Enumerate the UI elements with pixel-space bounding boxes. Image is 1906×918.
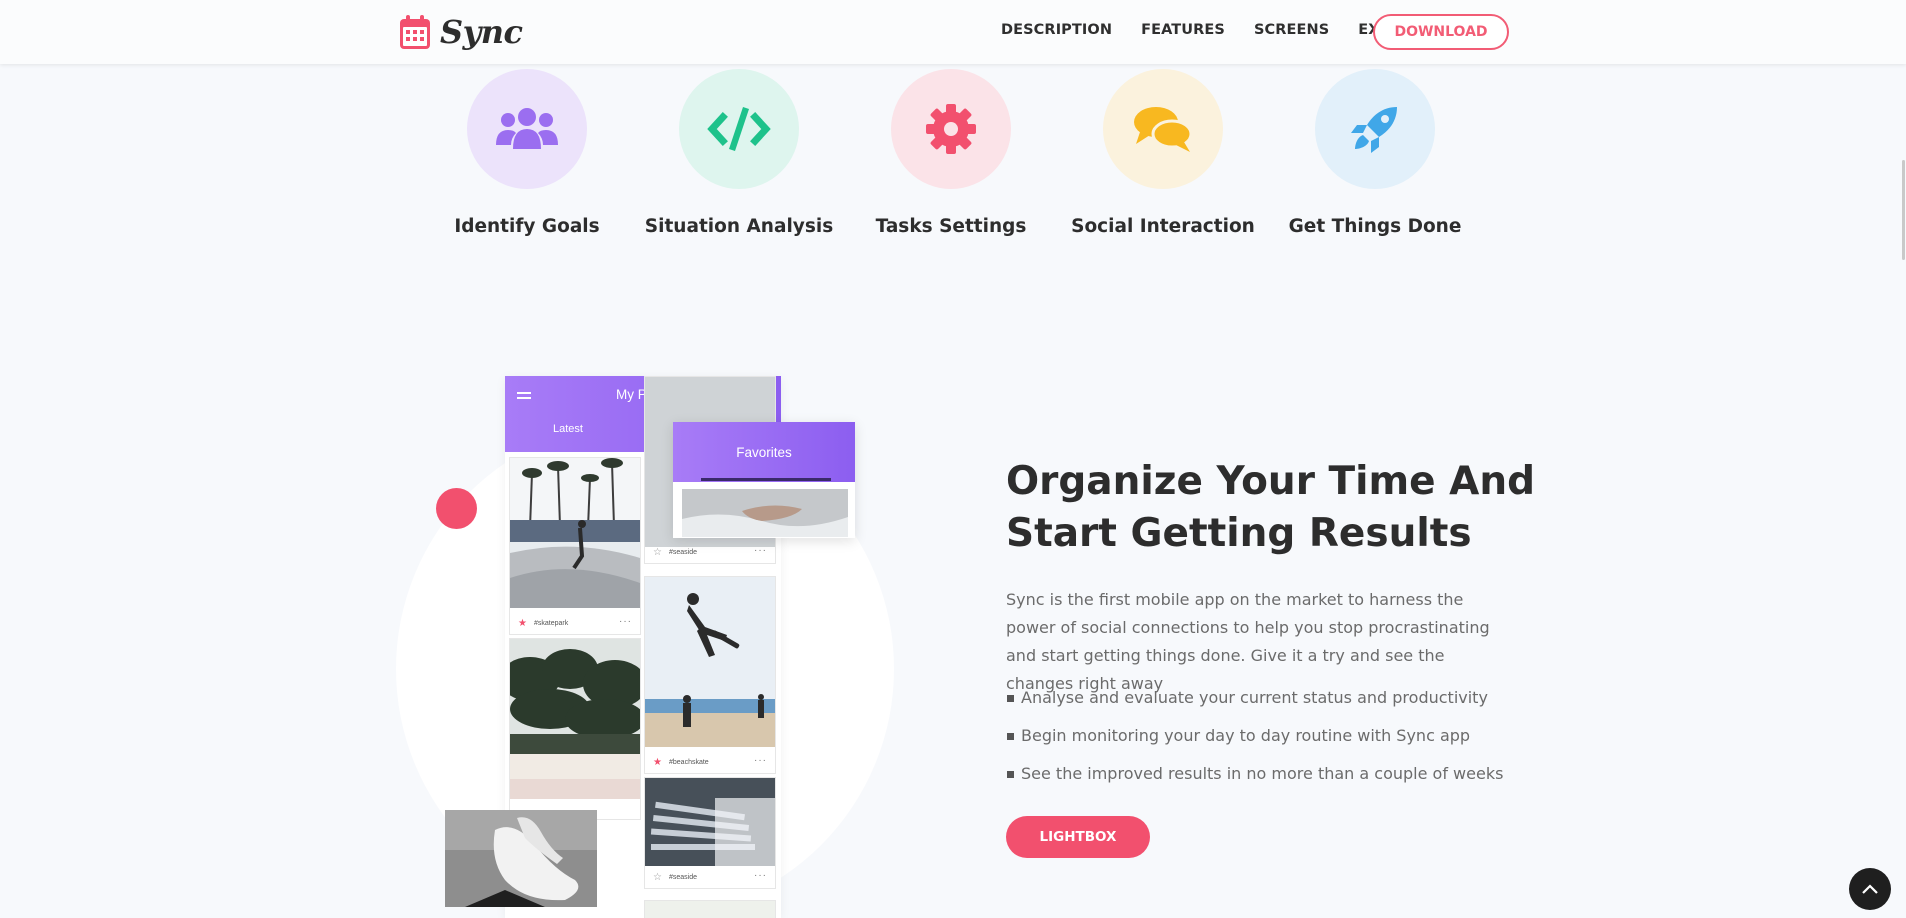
feature-bullet-list: Analyse and evaluate your current status… bbox=[1006, 684, 1503, 798]
bullet-item: Analyse and evaluate your current status… bbox=[1006, 684, 1503, 722]
feature-icon-circle bbox=[1315, 69, 1435, 189]
sneakers-photo-card bbox=[445, 810, 597, 907]
scrollbar[interactable] bbox=[1902, 160, 1905, 260]
more-icon[interactable]: ··· bbox=[754, 870, 767, 881]
calendar-icon bbox=[400, 15, 430, 49]
scroll-to-top-button[interactable] bbox=[1849, 868, 1891, 910]
feature-title: Get Things Done bbox=[1288, 216, 1462, 237]
feature-situation-analysis: Situation Analysis bbox=[639, 69, 839, 237]
star-outline-icon[interactable]: ☆ bbox=[653, 872, 662, 883]
star-icon[interactable]: ★ bbox=[518, 618, 527, 629]
top-navbar: Sync DESCRIPTION FEATURES SCREENS EXTRA … bbox=[0, 0, 1906, 64]
feature-get-things-done: Get Things Done bbox=[1275, 69, 1475, 237]
feature-title: Tasks Settings bbox=[875, 216, 1027, 237]
gear-icon bbox=[926, 104, 976, 154]
feature-icon-circle bbox=[467, 69, 587, 189]
rocket-icon bbox=[1351, 107, 1397, 153]
phone-tab-latest: Latest bbox=[553, 423, 583, 435]
feature-tasks-settings: Tasks Settings bbox=[851, 69, 1051, 237]
more-icon[interactable]: ··· bbox=[754, 755, 767, 766]
hero-description: Sync is the first mobile app on the mark… bbox=[1006, 590, 1490, 693]
brand-logo[interactable]: Sync bbox=[400, 13, 523, 51]
card-footer: ☆ #seaside ··· bbox=[645, 543, 775, 563]
card-tag: #beachskate bbox=[669, 759, 709, 766]
more-icon[interactable]: ··· bbox=[754, 545, 767, 556]
hand-wave-photo bbox=[682, 489, 848, 537]
star-icon[interactable]: ★ bbox=[653, 757, 662, 768]
card-tag: #seaside bbox=[669, 874, 698, 881]
hero-title: Organize Your Time And Start Getting Res… bbox=[1006, 459, 1536, 556]
decorative-dot bbox=[436, 488, 477, 529]
brand-name: Sync bbox=[440, 13, 523, 51]
comments-icon bbox=[1134, 107, 1193, 152]
photo-card-palms bbox=[509, 638, 641, 820]
download-button[interactable]: DOWNLOAD bbox=[1373, 14, 1509, 50]
photo-card-skatepark: ★ #skatepark ··· bbox=[509, 457, 641, 635]
feature-title: Situation Analysis bbox=[644, 216, 834, 237]
chevron-up-icon bbox=[1862, 884, 1878, 894]
feature-icon-circle bbox=[891, 69, 1011, 189]
books-photo bbox=[645, 778, 775, 866]
sneakers-photo bbox=[445, 810, 597, 907]
lightbox-button[interactable]: LIGHTBOX bbox=[1006, 816, 1150, 858]
favorites-title: Favorites bbox=[736, 445, 792, 460]
feature-icon-circle bbox=[1103, 69, 1223, 189]
card-tag: #seaside bbox=[669, 549, 698, 556]
more-icon[interactable]: ··· bbox=[619, 616, 632, 627]
bullet-item: See the improved results in no more than… bbox=[1006, 760, 1503, 798]
card-footer: ★ #beachskate ··· bbox=[645, 753, 775, 773]
feature-social-interaction: Social Interaction bbox=[1063, 69, 1263, 237]
favorites-tab-indicator bbox=[701, 478, 831, 481]
feature-identify-goals: Identify Goals bbox=[427, 69, 627, 237]
star-outline-icon[interactable]: ☆ bbox=[653, 547, 662, 558]
palm-trees-photo bbox=[510, 639, 640, 799]
feature-icon-circle bbox=[679, 69, 799, 189]
bullet-item: Begin monitoring your day to day routine… bbox=[1006, 722, 1503, 760]
feature-title: Identify Goals bbox=[454, 216, 600, 237]
photo-card-beachskate: ★ #beachskate ··· bbox=[644, 576, 776, 774]
card-tag: #skatepark bbox=[534, 620, 569, 627]
photo-card-books: ☆ #seaside ··· bbox=[644, 777, 776, 889]
beach-skater-photo bbox=[645, 577, 775, 747]
card-footer: ★ #skatepark ··· bbox=[510, 614, 640, 634]
feature-title: Social Interaction bbox=[1071, 216, 1255, 237]
nav-description[interactable]: DESCRIPTION bbox=[1001, 22, 1112, 38]
favorites-card: Favorites bbox=[673, 422, 855, 538]
nav-screens[interactable]: SCREENS bbox=[1254, 22, 1329, 38]
nav-features[interactable]: FEATURES bbox=[1141, 22, 1225, 38]
skatepark-photo bbox=[510, 458, 640, 608]
users-icon bbox=[496, 108, 558, 149]
code-icon bbox=[707, 107, 771, 151]
card-footer: ☆ #seaside ··· bbox=[645, 868, 775, 888]
favorites-header: Favorites bbox=[673, 422, 855, 482]
photo-card-partial bbox=[644, 900, 776, 918]
